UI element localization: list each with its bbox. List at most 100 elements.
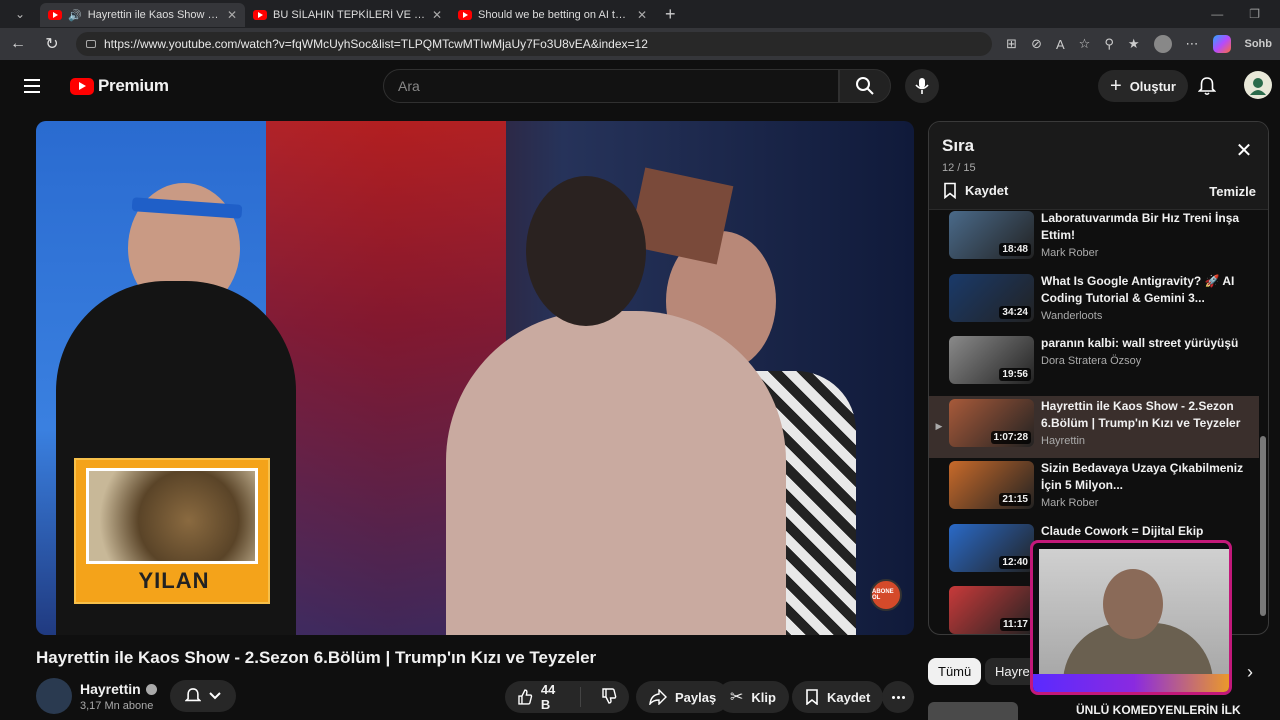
- duration-badge: 21:15: [999, 493, 1031, 506]
- overlay-card-label: YILAN: [138, 568, 210, 593]
- search-placeholder: Ara: [398, 78, 420, 94]
- minimize-icon[interactable]: —: [1211, 7, 1223, 21]
- menu-icon[interactable]: [8, 62, 56, 110]
- youtube-favicon-icon: [458, 10, 472, 20]
- account-avatar[interactable]: [1244, 71, 1272, 99]
- queue-item[interactable]: 19:56 paranın kalbi: wall street yürüyüşü…: [929, 333, 1259, 396]
- close-tab-icon[interactable]: ✕: [432, 8, 442, 22]
- queue-thumbnail[interactable]: 18:48: [949, 211, 1034, 259]
- queue-item-channel: Mark Rober: [1041, 247, 1099, 259]
- maximize-icon[interactable]: ❐: [1249, 7, 1260, 21]
- save-button[interactable]: Kaydet: [792, 681, 884, 713]
- search-icon: [856, 77, 874, 95]
- next-video-thumbnail[interactable]: [928, 702, 1018, 720]
- queue-thumbnail[interactable]: 12:40: [949, 523, 1034, 572]
- favorites-icon[interactable]: ★: [1128, 36, 1140, 52]
- more-icon[interactable]: ⋯: [1186, 36, 1199, 52]
- drag-handle: [929, 458, 949, 521]
- subscription-bell-button[interactable]: [170, 680, 236, 712]
- scrollbar-thumb[interactable]: [1260, 436, 1266, 616]
- video-title: Hayrettin ile Kaos Show - 2.Sezon 6.Bölü…: [36, 648, 597, 667]
- verified-icon: [145, 683, 157, 695]
- drag-handle: [929, 521, 949, 584]
- create-button[interactable]: + Oluştur: [1098, 70, 1188, 102]
- share-button[interactable]: Paylaş: [636, 681, 730, 713]
- toolbar-icons: ⊞ ⊘ A ☆ ⚲ ★ ⋯ Sohb: [1006, 35, 1272, 53]
- snake-image: [86, 468, 258, 564]
- new-tab-icon[interactable]: +: [655, 4, 686, 25]
- queue-item-title: Sizin Bedavaya Uzaya Çıkabilmeniz İçin 5…: [1041, 461, 1244, 492]
- copilot-label[interactable]: Sohb: [1245, 38, 1273, 50]
- tracking-icon[interactable]: ⊘: [1031, 36, 1042, 52]
- save-label: Kaydet: [827, 689, 871, 705]
- apps-icon[interactable]: ⊞: [1006, 36, 1017, 52]
- like-button[interactable]: 44 B: [505, 682, 581, 712]
- next-video-title[interactable]: ÜNLÜ KOMEDYENLERİN İLK: [1076, 703, 1241, 717]
- tab-list-dropdown-icon[interactable]: ⌄: [0, 0, 40, 28]
- browser-tab-active[interactable]: 🔊 Hayrettin ile Kaos Show - 2.Se ✕: [40, 3, 245, 27]
- video-player[interactable]: YILAN ABONE OL: [36, 121, 914, 635]
- queue-item[interactable]: 18:48 Laboratuvarımda Bir Hız Treni İnşa …: [929, 208, 1259, 271]
- microphone-icon: [915, 78, 929, 94]
- more-actions-button[interactable]: [882, 681, 914, 713]
- clip-button[interactable]: ✂ Klip: [717, 681, 789, 713]
- extensions-icon[interactable]: ⚲: [1104, 36, 1114, 52]
- queue-item[interactable]: 21:15 Sizin Bedavaya Uzaya Çıkabilmeniz İ…: [929, 458, 1259, 521]
- queue-thumbnail[interactable]: 19:56: [949, 336, 1034, 384]
- drag-handle: [929, 271, 949, 334]
- browser-tab[interactable]: BU SİLAHIN TEPKİLERİ VE HASARI ✕: [245, 3, 450, 27]
- avatar-icon: [1250, 78, 1266, 95]
- dislike-button[interactable]: [589, 687, 629, 707]
- profile-avatar[interactable]: [1153, 35, 1172, 53]
- chevron-right-icon[interactable]: ›: [1238, 660, 1262, 684]
- search-input[interactable]: Ara: [383, 69, 839, 103]
- voice-search-button[interactable]: [905, 69, 939, 103]
- queue-thumbnail[interactable]: 1:07:28: [949, 398, 1034, 447]
- queue-scrollbar[interactable]: [1260, 212, 1266, 622]
- queue-item-title: paranın kalbi: wall street yürüyüşü: [1041, 336, 1239, 350]
- overlay-card: YILAN: [74, 458, 270, 604]
- read-aloud-icon[interactable]: A: [1056, 37, 1065, 52]
- queue-item-current[interactable]: ▶ 1:07:28 Hayrettin ile Kaos Show - 2.Sezo…: [929, 395, 1259, 459]
- queue-thumbnail[interactable]: 21:15: [949, 461, 1034, 509]
- youtube-logo[interactable]: Premium: [70, 76, 169, 96]
- search-button[interactable]: [839, 69, 891, 103]
- webcam-person-head: [1103, 569, 1163, 639]
- notifications-button[interactable]: [1197, 76, 1217, 101]
- queue-clear-button[interactable]: Temizle: [1209, 184, 1256, 199]
- drag-handle: [929, 583, 949, 634]
- chip-all[interactable]: Tümü: [928, 658, 982, 685]
- queue-save-label: Kaydet: [965, 183, 1009, 198]
- queue-header: Sıra 12 / 15 ✕ Kaydet Temizle: [929, 122, 1268, 210]
- queue-item-meta: Hayrettin ile Kaos Show - 2.Sezon 6.Bölü…: [1041, 398, 1251, 459]
- queue-title: Sıra: [942, 136, 975, 155]
- queue-item-title: Claude Cowork = Dijital Ekip: [1041, 523, 1204, 538]
- queue-save-button[interactable]: Kaydet: [943, 182, 1008, 199]
- queue-item[interactable]: 34:24 What Is Google Antigravity? 🚀 AI Co…: [929, 271, 1259, 334]
- thumbs-up-icon: [518, 689, 533, 705]
- back-icon[interactable]: ←: [8, 35, 28, 53]
- queue-position: 12 / 15: [942, 162, 976, 174]
- browser-tab[interactable]: Should we be betting on AI to fix ✕: [450, 3, 655, 27]
- webcam-overlay: [1030, 540, 1232, 695]
- duration-badge: 19:56: [999, 368, 1031, 381]
- reload-icon[interactable]: ↻: [42, 34, 62, 54]
- speaker-icon[interactable]: 🔊: [68, 9, 82, 22]
- subscribe-watermark-label: ABONE OL: [872, 589, 894, 601]
- subscribe-watermark[interactable]: ABONE OL: [870, 579, 902, 611]
- favorite-star-icon[interactable]: ☆: [1079, 36, 1091, 52]
- queue-thumbnail[interactable]: 34:24: [949, 273, 1034, 322]
- copilot-icon[interactable]: [1212, 35, 1231, 53]
- queue-item-channel: Wanderloots: [1041, 309, 1103, 322]
- close-tab-icon[interactable]: ✕: [637, 8, 647, 22]
- address-bar: ← ↻ https://www.youtube.com/watch?v=fqWM…: [0, 28, 1280, 60]
- queue-thumbnail[interactable]: 11:17: [949, 586, 1034, 634]
- bookmark-icon: [944, 182, 956, 199]
- clip-label: Klip: [751, 689, 776, 705]
- site-info-icon[interactable]: [86, 40, 96, 48]
- url-input[interactable]: https://www.youtube.com/watch?v=fqWMcUyh…: [76, 32, 993, 56]
- channel-avatar[interactable]: [36, 678, 72, 714]
- close-icon[interactable]: ✕: [1232, 138, 1256, 162]
- channel-name[interactable]: Hayrettin: [80, 681, 157, 697]
- close-tab-icon[interactable]: ✕: [227, 8, 237, 22]
